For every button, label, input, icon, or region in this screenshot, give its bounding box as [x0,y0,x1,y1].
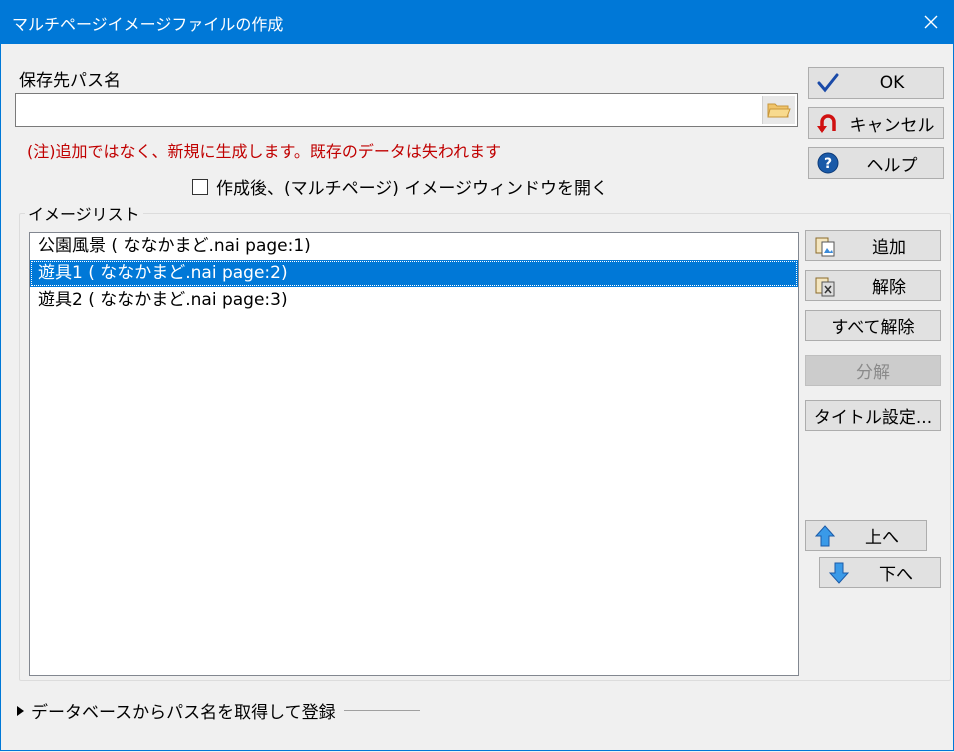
checkbox-box[interactable] [192,178,208,195]
add-button[interactable]: 追加 [805,230,941,261]
divider [343,710,420,711]
title-bar: マルチページイメージファイルの作成 [0,0,954,44]
close-button[interactable] [908,0,954,44]
split-label: 分解 [856,363,890,383]
checkmark-icon [817,73,839,93]
path-input[interactable] [15,93,798,127]
move-down-label: 下へ [879,565,913,585]
move-up-label: 上へ [865,528,899,548]
database-path-label: データベースからパス名を取得して登録 [31,703,336,723]
arrow-down-icon [829,562,849,584]
cancel-label: キャンセル [849,115,935,136]
open-after-checkbox[interactable]: 作成後、(マルチページ) イメージウィンドウを開く [192,174,608,199]
list-item[interactable]: 公園風景 ( ななかまど.nai page:1) [30,233,798,260]
help-icon: ? [817,152,839,174]
cancel-button[interactable]: キャンセル [808,107,944,139]
move-up-button[interactable]: 上へ [805,520,927,551]
remove-button[interactable]: 解除 [805,270,941,301]
remove-image-icon [815,277,835,296]
database-path-expander[interactable]: データベースからパス名を取得して登録 [17,698,420,723]
folder-icon [767,103,791,118]
move-down-button[interactable]: 下へ [819,557,941,588]
split-button[interactable]: 分解 [805,355,941,386]
svg-text:?: ? [824,156,832,172]
ok-label: OK [879,73,905,93]
path-label: 保存先パス名 [19,71,121,91]
image-list-legend: イメージリスト [25,201,143,225]
open-after-label: 作成後、(マルチページ) イメージウィンドウを開く [216,179,608,199]
ok-button[interactable]: OK [808,67,944,99]
arrow-up-icon [815,524,835,546]
remove-all-label: すべて解除 [831,318,915,338]
title-settings-label: タイトル設定... [813,408,933,428]
browse-folder-button[interactable] [762,96,795,124]
help-button[interactable]: ? ヘルプ [808,147,944,179]
add-label: 追加 [872,238,906,258]
window-title: マルチページイメージファイルの作成 [12,15,284,34]
help-label: ヘルプ [866,155,918,176]
list-item-selected[interactable]: 遊具1 ( ななかまど.nai page:2) [30,260,798,287]
undo-arrow-icon [817,114,836,133]
image-list[interactable]: 公園風景 ( ななかまど.nai page:1) 遊具1 ( ななかまど.nai… [29,232,799,676]
close-icon [924,15,938,29]
list-item[interactable]: 遊具2 ( ななかまど.nai page:3) [30,287,798,314]
remove-label: 解除 [872,278,906,298]
overwrite-note: (注)追加ではなく、新規に生成します。既存のデータは失われます [27,142,502,161]
title-settings-button[interactable]: タイトル設定... [805,400,941,431]
expand-triangle-icon [17,705,24,716]
remove-all-button[interactable]: すべて解除 [805,310,941,341]
add-image-icon [815,237,835,256]
